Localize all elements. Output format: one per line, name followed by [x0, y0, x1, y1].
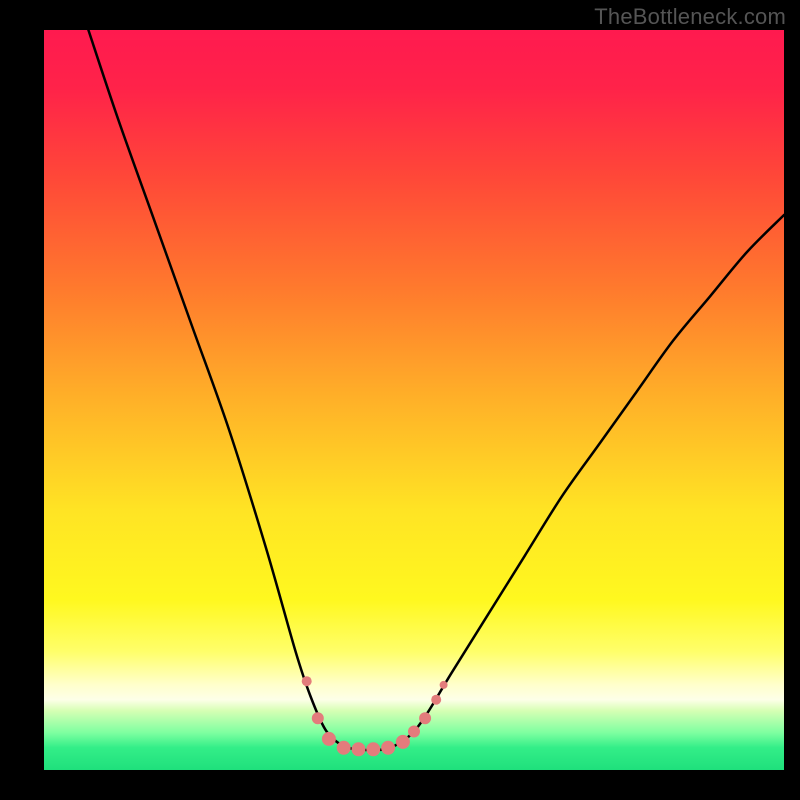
curve-marker: [337, 741, 351, 755]
chart-frame: TheBottleneck.com: [0, 0, 800, 800]
curve-marker: [431, 695, 441, 705]
gradient-background: [44, 30, 784, 770]
curve-marker: [302, 676, 312, 686]
curve-marker: [396, 735, 410, 749]
curve-marker: [352, 742, 366, 756]
bottleneck-curve-chart: [44, 30, 784, 770]
watermark-label: TheBottleneck.com: [594, 4, 786, 30]
curve-marker: [408, 726, 420, 738]
plot-area: [44, 30, 784, 770]
curve-marker: [366, 742, 380, 756]
curve-marker: [322, 732, 336, 746]
curve-marker: [312, 712, 324, 724]
curve-marker: [440, 681, 448, 689]
curve-marker: [419, 712, 431, 724]
curve-marker: [381, 741, 395, 755]
